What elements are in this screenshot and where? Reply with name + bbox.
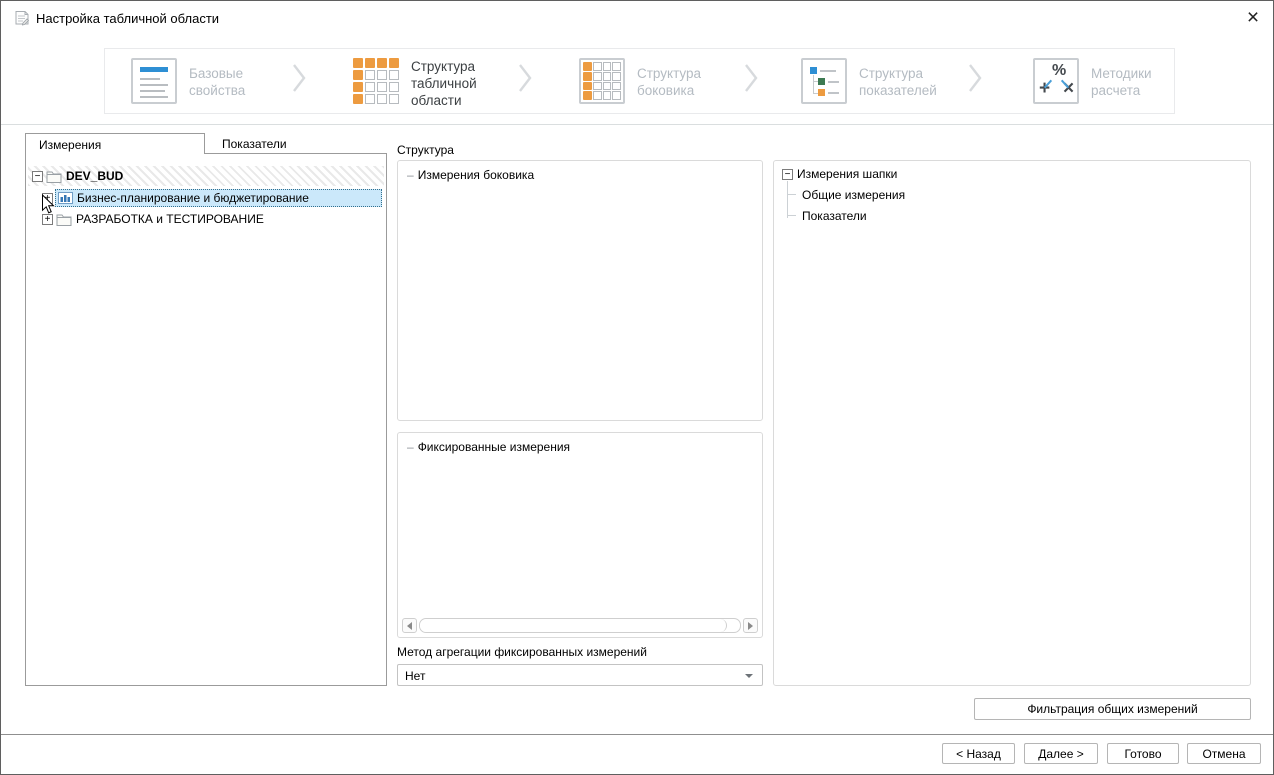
table-header-and-column-icon[interactable]	[353, 58, 399, 104]
tree-connector	[787, 194, 796, 195]
scroll-left-button[interactable]	[402, 618, 417, 633]
expand-toggle-icon[interactable]: +	[42, 192, 53, 204]
window-title: Настройка табличной области	[36, 11, 220, 26]
wizard-step-sidehead-structure[interactable]: Структура боковика	[637, 65, 745, 99]
side-dimensions-node[interactable]: – Измерения боковика	[407, 168, 534, 182]
cube-chart-icon	[58, 192, 73, 204]
chevron-right-icon	[291, 62, 307, 99]
aggregation-method-select[interactable]: Нет	[397, 664, 763, 686]
table-area-settings-dialog: Настройка табличной области × Базовые св…	[0, 0, 1274, 775]
scrollbar-track[interactable]	[419, 618, 741, 633]
selected-tree-item[interactable]: Бизнес-планирование и бюджетирование	[55, 189, 382, 207]
chevron-right-icon	[743, 62, 759, 99]
dimensions-tree-panel: − DEV_BUD + Бизнес-планирование и бюджет…	[25, 153, 387, 686]
finish-button[interactable]: Готово	[1107, 743, 1179, 764]
close-icon[interactable]: ×	[1240, 5, 1266, 31]
tree-connector	[787, 181, 788, 218]
chevron-right-icon	[967, 62, 983, 99]
folder-icon	[46, 170, 62, 183]
side-dimensions-label: Измерения боковика	[417, 168, 535, 182]
back-button[interactable]: < Назад	[942, 743, 1015, 764]
fixed-dimensions-label: Фиксированные измерения	[417, 440, 571, 454]
chevron-right-icon	[517, 62, 533, 99]
tree-dash-icon: –	[407, 440, 414, 454]
fixed-dimensions-dropzone[interactable]: – Фиксированные измерения	[397, 432, 763, 638]
aggregation-method-value: Нет	[405, 669, 426, 683]
document-lines-icon[interactable]	[131, 58, 177, 104]
document-edit-icon	[14, 10, 30, 31]
tree-row-dev-bud[interactable]: − DEV_BUD	[28, 166, 384, 186]
tab-indicators[interactable]: Показатели	[205, 133, 385, 154]
scrollbar-thumb[interactable]	[420, 619, 728, 632]
chevron-down-icon	[745, 674, 753, 678]
triangle-right-icon	[748, 621, 753, 630]
indicators-node[interactable]: Показатели	[802, 209, 867, 223]
scroll-right-button[interactable]	[743, 618, 758, 633]
next-button[interactable]: Далее >	[1024, 743, 1098, 764]
fixed-dimensions-node[interactable]: – Фиксированные измерения	[407, 440, 570, 454]
tree-label-dev-bud: DEV_BUD	[66, 169, 124, 183]
filter-common-dimensions-button[interactable]: Фильтрация общих измерений	[974, 698, 1251, 720]
header-dimensions-node[interactable]: − Измерения шапки	[782, 167, 897, 181]
wizard-step-table-area-structure[interactable]: Структура табличной области	[411, 58, 519, 109]
tree-structure-icon[interactable]	[801, 58, 847, 104]
tree-row-business-planning[interactable]: + Бизнес-планирование и бюджетирование	[28, 188, 384, 208]
tab-dimensions[interactable]: Измерения	[25, 133, 205, 154]
tree-label-business-planning: Бизнес-планирование и бюджетирование	[77, 191, 309, 205]
calculation-operators-icon[interactable]: % + ×	[1033, 58, 1079, 104]
tree-dash-icon: –	[407, 168, 414, 182]
common-dimensions-node[interactable]: Общие измерения	[802, 188, 905, 202]
tree-connector	[787, 215, 796, 216]
collapse-toggle-icon[interactable]: −	[782, 168, 793, 180]
aggregation-method-label: Метод агрегации фиксированных измерений	[397, 645, 647, 659]
wizard-step-indicators-structure[interactable]: Структура показателей	[859, 65, 967, 99]
side-dimensions-dropzone[interactable]: – Измерения боковика	[397, 160, 763, 421]
collapse-toggle-icon[interactable]: −	[32, 170, 43, 182]
table-left-column-icon[interactable]	[579, 58, 625, 104]
header-separator	[1, 124, 1273, 125]
expand-toggle-icon[interactable]: +	[42, 213, 53, 225]
cancel-button[interactable]: Отмена	[1187, 743, 1261, 764]
folder-icon	[56, 213, 72, 226]
header-dimensions-panel[interactable]: − Измерения шапки Общие измерения Показа…	[773, 160, 1251, 686]
horizontal-scrollbar[interactable]	[402, 618, 758, 633]
footer-separator	[1, 734, 1273, 735]
triangle-left-icon	[407, 621, 412, 630]
wizard-step-calculation-methods[interactable]: Методики расчета	[1091, 65, 1199, 99]
structure-section-title: Структура	[397, 143, 454, 157]
tree-row-development-testing[interactable]: + РАЗРАБОТКА и ТЕСТИРОВАНИЕ	[28, 209, 384, 229]
header-dimensions-label: Измерения шапки	[797, 167, 898, 181]
titlebar: Настройка табличной области ×	[1, 1, 1273, 35]
wizard-step-basic-properties[interactable]: Базовые свойства	[189, 65, 297, 99]
tree-label-development-testing: РАЗРАБОТКА и ТЕСТИРОВАНИЕ	[76, 212, 264, 226]
